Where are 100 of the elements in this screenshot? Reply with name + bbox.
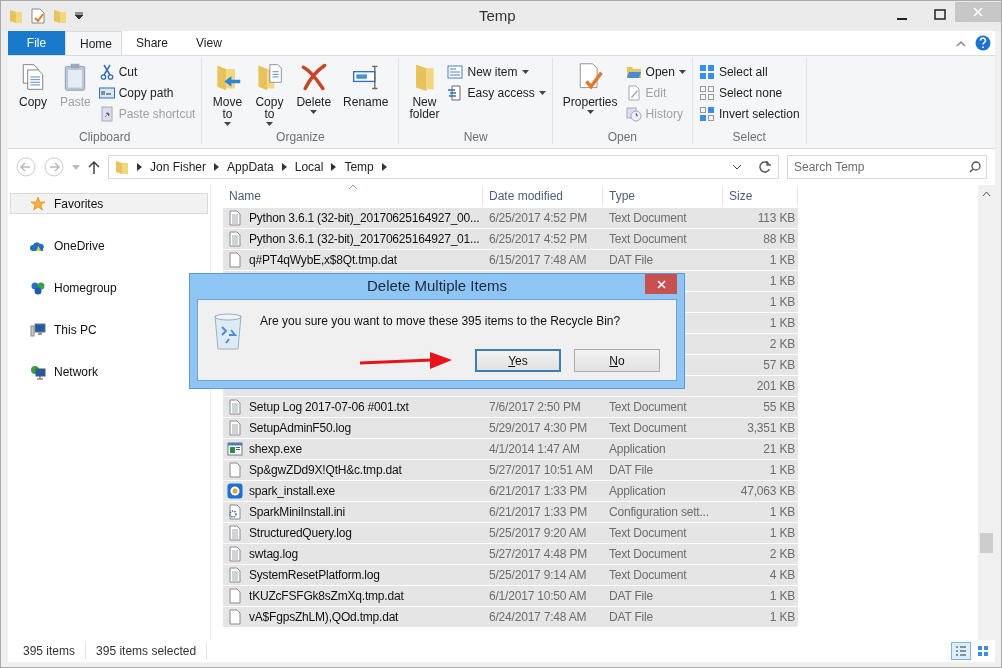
nav-item[interactable]: Favorites	[10, 193, 208, 214]
ribbon-button[interactable]: Properties	[558, 62, 622, 130]
breadcrumb[interactable]: Temp	[344, 158, 374, 176]
scroll-thumb[interactable]	[980, 533, 993, 553]
ribbon-button[interactable]: Cut	[98, 64, 196, 80]
computer-icon	[30, 321, 46, 338]
column-header[interactable]: Size	[723, 186, 798, 205]
group-label: Clipboard	[78, 130, 132, 144]
ribbon-button[interactable]: Delete	[292, 62, 336, 130]
file-row[interactable]: spark_install.exe 6/21/2017 1:33 PM Application 47,063 KB	[223, 481, 798, 502]
status-text: 395 items	[8, 642, 87, 660]
group-label: New	[462, 130, 489, 144]
ribbon-tab[interactable]: File	[8, 31, 65, 55]
dialog-button[interactable]: Yes	[475, 349, 561, 372]
customize-caret-icon[interactable]	[75, 12, 83, 20]
window-title: Temp	[478, 5, 517, 26]
ribbon-button[interactable]: New folder	[405, 62, 444, 130]
close-button[interactable]	[645, 274, 677, 294]
ribbon-button[interactable]: Copy	[14, 62, 52, 130]
ribbon-tab[interactable]: View	[182, 31, 236, 55]
breadcrumb[interactable]: AppData	[227, 158, 274, 176]
date-modified: 5/29/2017 4:30 PM	[489, 421, 587, 435]
file-row[interactable]: shexp.exe 4/1/2014 1:47 AM Application 21 KB	[223, 439, 798, 460]
file-row[interactable]: tKUZcFSFGk8sZmXq.tmp.dat 6/1/2017 10:50 AM DAT File 1 KB	[223, 586, 798, 607]
date-modified: 6/15/2017 7:48 AM	[489, 253, 587, 267]
file-type: Text Document	[609, 568, 687, 582]
chevron-icon[interactable]	[331, 163, 337, 171]
file-size: 1 KB	[769, 253, 795, 267]
chevron-icon[interactable]	[381, 163, 387, 171]
file-row[interactable]: Setup Log 2017-07-06 #001.txt 7/6/2017 2:50 PM Text Document 55 KB	[223, 397, 798, 418]
refresh-icon[interactable]	[758, 160, 772, 174]
column-header[interactable]: Name	[223, 186, 483, 205]
file-type: DAT File	[609, 253, 653, 267]
ribbon-button[interactable]: Rename	[339, 62, 393, 130]
file-size: 1 KB	[769, 610, 795, 624]
search-field[interactable]: Search Temp	[787, 155, 987, 179]
application-icon	[227, 441, 243, 457]
file-row[interactable]: Sp&gwZDd9X!QtH&c.tmp.dat 5/27/2017 10:51 AM DAT File 1 KB	[223, 460, 798, 481]
file-row[interactable]: vA$FgpsZhLM),QOd.tmp.dat 6/24/2017 7:48 AM DAT File 1 KB	[223, 607, 798, 628]
ribbon-button[interactable]: Select all	[698, 64, 800, 80]
nav-label: This PC	[54, 321, 97, 339]
breadcrumb[interactable]: Jon Fisher	[150, 158, 207, 176]
column-header[interactable]: Date modified	[483, 186, 603, 205]
nav-item[interactable]: Network	[10, 361, 208, 382]
up-arrow-icon[interactable]	[88, 160, 100, 174]
ribbon-button[interactable]: Select none	[698, 85, 800, 101]
nav-item[interactable]: Homegroup	[10, 277, 208, 298]
invert-selection-icon	[698, 106, 715, 122]
close-icon	[973, 7, 983, 17]
dropdown-caret-icon[interactable]	[732, 164, 742, 170]
edit-icon	[625, 85, 642, 101]
nav-label: Homegroup	[54, 279, 117, 297]
ribbon-button[interactable]: Copy to	[250, 62, 289, 130]
scissors-icon	[98, 64, 115, 80]
text-file-icon	[227, 525, 243, 541]
ribbon-button[interactable]: Open	[625, 64, 686, 80]
column-header[interactable]: Type	[603, 186, 723, 205]
settings-file-icon	[227, 504, 243, 520]
file-row[interactable]: Python 3.6.1 (32-bit)_20170625164927_01... 6/25/2017 4:52 PM Text Document 88 KB	[223, 229, 798, 250]
file-row[interactable]: Python 3.6.1 (32-bit)_20170625164927_00... 6/25/2017 4:52 PM Text Document 113 KB	[223, 208, 798, 229]
scrollbar[interactable]	[978, 185, 995, 640]
details-view-button[interactable]	[951, 642, 971, 660]
chevron-icon[interactable]	[281, 163, 287, 171]
close-icon	[656, 279, 666, 289]
properties-check-icon[interactable]	[31, 8, 45, 24]
file-row[interactable]: SystemResetPlatform.log 5/25/2017 9:14 AM Text Document 4 KB	[223, 565, 798, 586]
text-file-icon	[227, 231, 243, 247]
file-type: Text Document	[609, 211, 687, 225]
ribbon-button[interactable]: Copy path	[98, 85, 196, 101]
dialog-button[interactable]: No	[574, 349, 660, 372]
group-label: Open	[606, 130, 639, 144]
file-size: 201 KB	[756, 379, 795, 393]
text-file-icon	[227, 399, 243, 415]
file-type: DAT File	[609, 610, 653, 624]
file-type: Configuration sett...	[609, 505, 709, 519]
file-name: spark_install.exe	[249, 483, 335, 500]
ribbon-tab[interactable]: Home	[65, 31, 122, 55]
breadcrumb[interactable]: Local	[294, 158, 324, 176]
file-row[interactable]: SetupAdminF50.log 5/29/2017 4:30 PM Text Document 3,351 KB	[223, 418, 798, 439]
ribbon-button[interactable]: New item	[447, 64, 546, 80]
file-row[interactable]: swtag.log 5/27/2017 4:48 PM Text Document 2 KB	[223, 544, 798, 565]
chevron-icon[interactable]	[137, 163, 142, 171]
date-modified: 6/25/2017 4:52 PM	[489, 211, 587, 225]
chevron-icon[interactable]	[214, 163, 220, 171]
text-file-icon	[227, 546, 243, 562]
nav-item[interactable]: OneDrive	[10, 235, 208, 256]
ribbon-tab[interactable]: Share	[122, 31, 183, 55]
address-bar[interactable]: Jon Fisher AppData Local Temp	[108, 155, 779, 179]
file-row[interactable]: SparkMiniInstall.ini 6/21/2017 1:33 PM Configuration sett... 1 KB	[223, 502, 798, 523]
ribbon-button[interactable]: Move to	[208, 62, 247, 130]
ribbon-button[interactable]: Invert selection	[698, 106, 800, 122]
nav-item[interactable]: This PC	[10, 319, 208, 340]
date-modified: 5/25/2017 9:20 AM	[489, 526, 587, 540]
file-type: Application	[609, 484, 666, 498]
file-row[interactable]: q#PT4qWybE,x$8Qt.tmp.dat 6/15/2017 7:48 AM DAT File 1 KB	[223, 250, 798, 271]
file-size: 2 KB	[769, 547, 795, 561]
ribbon-button[interactable]: Easy access	[447, 85, 546, 101]
open-folder-icon	[625, 64, 642, 80]
file-size: 2 KB	[769, 337, 795, 351]
file-row[interactable]: StructuredQuery.log 5/25/2017 9:20 AM Text Document 1 KB	[223, 523, 798, 544]
